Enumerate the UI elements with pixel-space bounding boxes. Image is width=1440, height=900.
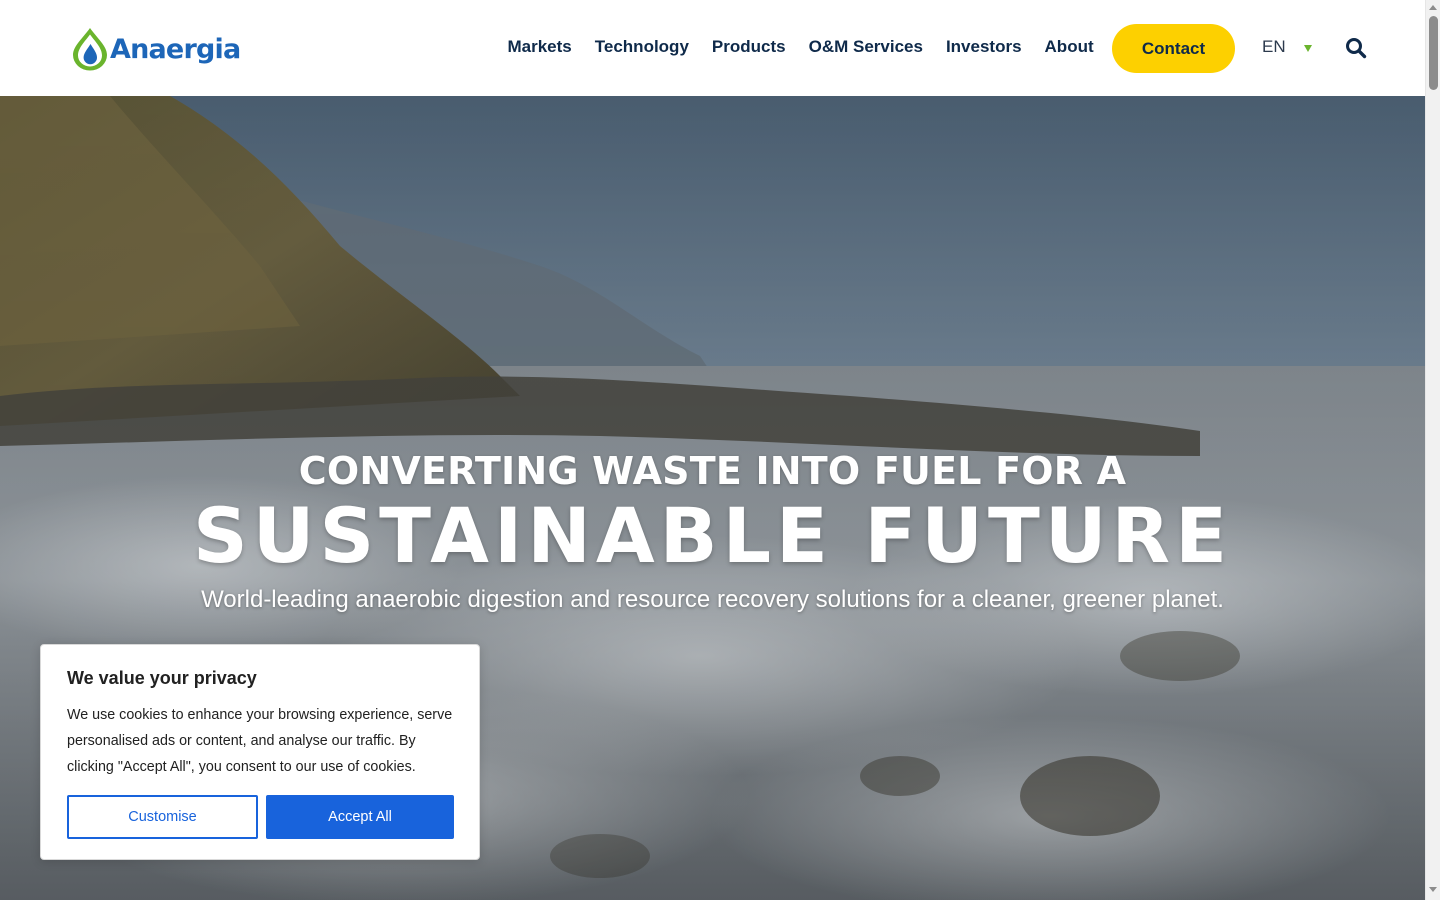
logo-text: Anaergia bbox=[110, 33, 241, 65]
search-icon bbox=[1346, 38, 1367, 59]
scroll-down-arrow-icon[interactable] bbox=[1429, 887, 1437, 892]
nav-technology[interactable]: Technology bbox=[595, 37, 689, 57]
nav-investors[interactable]: Investors bbox=[946, 37, 1022, 57]
anaergia-drop-icon bbox=[73, 28, 107, 71]
cookie-description: We use cookies to enhance your browsing … bbox=[67, 707, 453, 775]
language-selector[interactable]: EN bbox=[1262, 36, 1312, 58]
hero-title-big: SUSTAINABLE FUTURE bbox=[193, 491, 1232, 580]
customise-button[interactable]: Customise bbox=[67, 795, 258, 839]
contact-button[interactable]: Contact bbox=[1112, 24, 1235, 73]
anaergia-logo[interactable]: Anaergia bbox=[70, 26, 241, 72]
main-nav: Markets Technology Products O&M Services… bbox=[496, 0, 1105, 96]
nav-about[interactable]: About bbox=[1045, 37, 1094, 57]
scroll-up-arrow-icon[interactable] bbox=[1429, 5, 1437, 10]
language-label: EN bbox=[1262, 37, 1286, 56]
nav-om-services[interactable]: O&M Services bbox=[809, 37, 923, 57]
hero-title-small: CONVERTING WASTE INTO FUEL FOR A bbox=[298, 449, 1127, 493]
nav-products[interactable]: Products bbox=[712, 37, 786, 57]
search-button[interactable] bbox=[1344, 36, 1368, 60]
page-scrollbar[interactable] bbox=[1425, 0, 1440, 900]
hero-subtitle: World-leading anaerobic digestion and re… bbox=[201, 586, 1224, 613]
cookie-title: We value your privacy bbox=[67, 668, 257, 688]
site-header: Anaergia Markets Technology Products O&M… bbox=[0, 0, 1425, 96]
accept-all-button[interactable]: Accept All bbox=[266, 795, 454, 839]
caret-down-icon bbox=[1303, 44, 1312, 52]
scrollbar-thumb[interactable] bbox=[1429, 16, 1438, 90]
nav-markets[interactable]: Markets bbox=[508, 37, 572, 57]
cookie-consent-banner: We value your privacy We use cookies to … bbox=[40, 644, 480, 860]
